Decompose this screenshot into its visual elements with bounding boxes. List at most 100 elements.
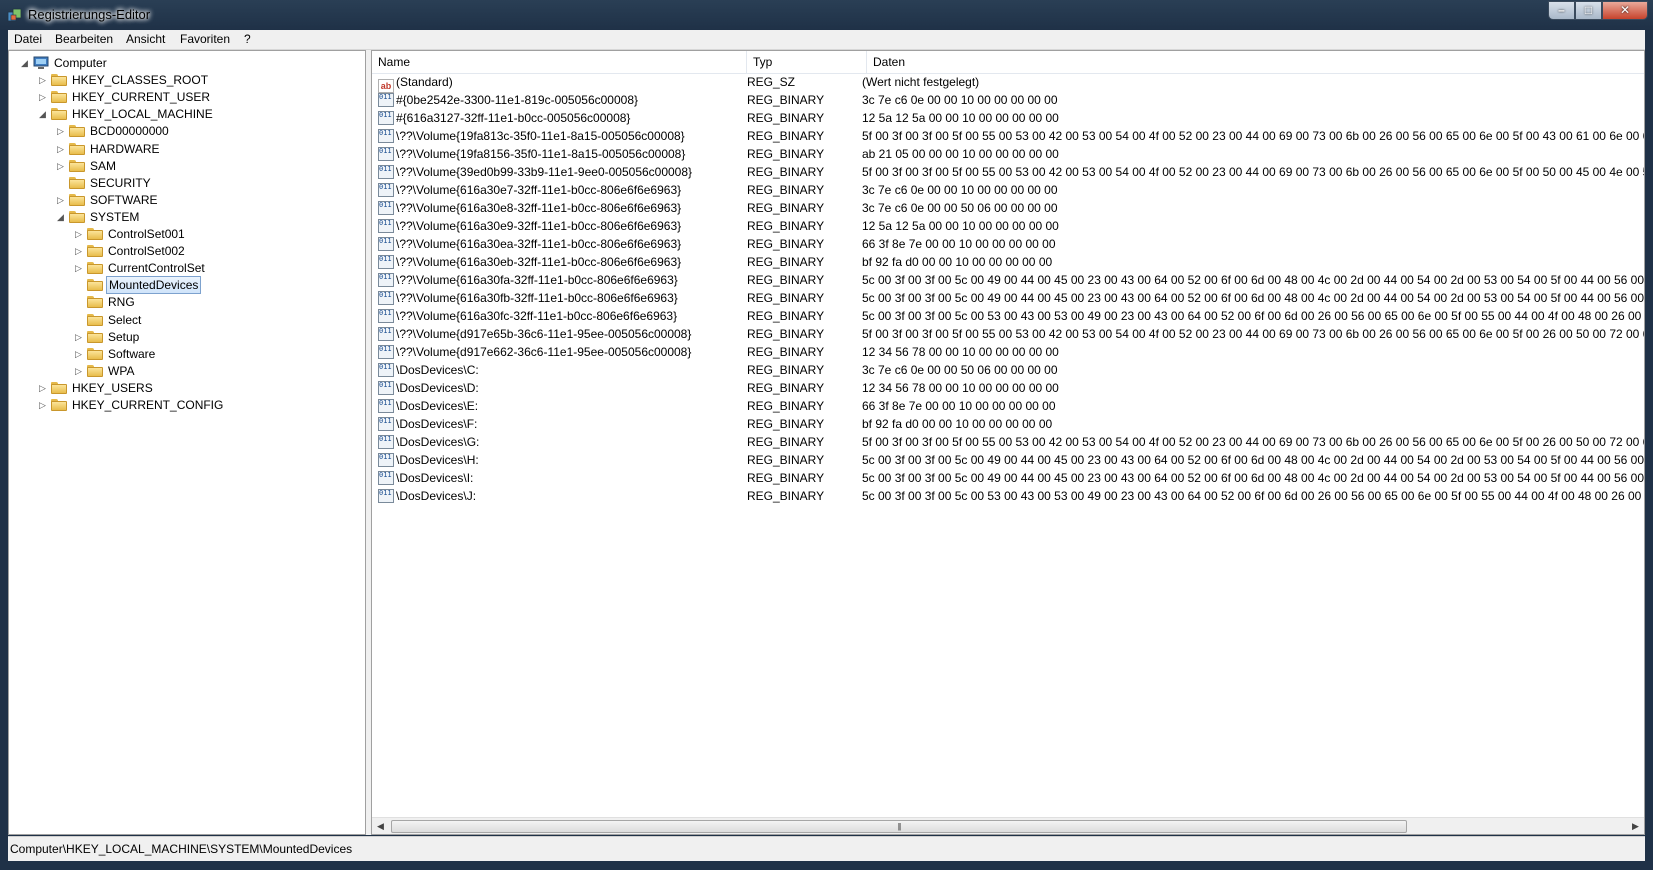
tree-node[interactable]: ▷ HKEY_CLASSES_ROOT (9, 71, 359, 89)
tree-node[interactable]: ▷ WPA (9, 362, 359, 380)
collapsed-arrow-icon[interactable]: ▷ (39, 88, 48, 106)
collapsed-arrow-icon[interactable]: ▷ (39, 379, 48, 397)
table-row[interactable]: 011 110\??\Volume{616a30eb-32ff-11e1-b0c… (372, 253, 1644, 271)
tree-node-label[interactable]: HKEY_USERS (70, 379, 155, 397)
scroll-left-arrow-icon[interactable]: ◀ (372, 818, 389, 834)
tree-node[interactable]: SECURITY (9, 174, 359, 192)
tree-node[interactable]: ◢ SYSTEM (9, 208, 359, 226)
minimize-button[interactable]: – (1548, 1, 1575, 20)
collapsed-arrow-icon[interactable]: ▷ (57, 140, 66, 158)
menu-ansicht[interactable]: Ansicht (126, 32, 165, 46)
tree-node-label[interactable]: HKEY_CLASSES_ROOT (70, 71, 210, 89)
tree-node[interactable]: ▷ ControlSet001 (9, 225, 359, 243)
tree-node-label[interactable]: BCD00000000 (88, 122, 171, 140)
tree-node[interactable]: Select (9, 311, 359, 329)
table-row[interactable]: 011 110\DosDevices\E: REG_BINARY 66 3f 8e … (372, 397, 1644, 415)
tree-node-label[interactable]: WPA (106, 362, 136, 380)
scroll-thumb[interactable]: ||| (391, 820, 1407, 833)
collapsed-arrow-icon[interactable]: ▷ (57, 191, 66, 209)
table-row[interactable]: 011 110\??\Volume{616a30fc-32ff-11e1-b0c… (372, 307, 1644, 325)
collapsed-arrow-icon[interactable]: ▷ (75, 259, 84, 277)
key-tree[interactable]: ◢ Computer ▷ HKEY_CLASSES_ROOT ▷ HKEY_CURRENT… (8, 50, 366, 835)
menu-datei[interactable]: Datei (14, 32, 42, 46)
table-row[interactable]: 011 110\??\Volume{616a30e7-32ff-11e1-b0c… (372, 181, 1644, 199)
tree-node[interactable]: ▷ CurrentControlSet (9, 259, 359, 277)
table-row[interactable]: 011 110\??\Volume{19fa8156-35f0-11e1-8a1… (372, 145, 1644, 163)
tree-node-label[interactable]: Computer (52, 54, 109, 72)
tree-node[interactable]: ▷ HKEY_USERS (9, 379, 359, 397)
table-row[interactable]: 011 110\??\Volume{616a30ea-32ff-11e1-b0c… (372, 235, 1644, 253)
table-row[interactable]: 011 110\??\Volume{616a30fa-32ff-11e1-b0c… (372, 271, 1644, 289)
tree-node-label[interactable]: SYSTEM (88, 208, 141, 226)
tree-node-label[interactable]: SECURITY (88, 174, 153, 192)
collapsed-arrow-icon[interactable]: ▷ (57, 122, 66, 140)
tree-node[interactable]: ▷ Setup (9, 328, 359, 346)
table-row[interactable]: 011 110\??\Volume{616a30e8-32ff-11e1-b0c… (372, 199, 1644, 217)
collapsed-arrow-icon[interactable]: ▷ (57, 157, 66, 175)
collapsed-arrow-icon[interactable]: ▷ (75, 225, 84, 243)
tree-node[interactable]: MountedDevices (9, 276, 359, 295)
tree-node-label[interactable]: Setup (106, 328, 141, 346)
table-row[interactable]: 011 110\DosDevices\I: REG_BINARY 5c 00 3f … (372, 469, 1644, 487)
tree-node[interactable]: ▷ SOFTWARE (9, 191, 359, 209)
maximize-button[interactable]: □ (1575, 1, 1602, 20)
collapsed-arrow-icon[interactable]: ▷ (75, 345, 84, 363)
tree-node-label[interactable]: HKEY_LOCAL_MACHINE (70, 105, 215, 123)
collapsed-arrow-icon[interactable]: ▷ (75, 328, 84, 346)
column-header-data[interactable]: Daten (867, 51, 1644, 73)
tree-node[interactable]: RNG (9, 293, 359, 311)
column-header-name[interactable]: Name (372, 51, 747, 73)
tree-node[interactable]: ▷ SAM (9, 157, 359, 175)
table-row[interactable]: 011 110\DosDevices\G: REG_BINARY 5f 00 3f … (372, 433, 1644, 451)
collapsed-arrow-icon[interactable]: ▷ (75, 362, 84, 380)
tree-node-label[interactable]: HARDWARE (88, 140, 162, 158)
menu-favoriten[interactable]: Favoriten (180, 32, 230, 46)
tree-node[interactable]: ◢ HKEY_LOCAL_MACHINE (9, 105, 359, 123)
tree-node-label[interactable]: CurrentControlSet (106, 259, 207, 277)
tree-node[interactable]: ▷ Software (9, 345, 359, 363)
collapsed-arrow-icon[interactable]: ▷ (39, 396, 48, 414)
column-header-type[interactable]: Typ (747, 51, 867, 73)
tree-node-label[interactable]: SOFTWARE (88, 191, 160, 209)
tree-node[interactable]: ▷ ControlSet002 (9, 242, 359, 260)
table-row[interactable]: 011 110\??\Volume{19fa813c-35f0-11e1-8a1… (372, 127, 1644, 145)
table-row[interactable]: 011 110#{0be2542e-3300-11e1-819c-005056c… (372, 91, 1644, 109)
tree-node[interactable]: ◢ Computer (9, 54, 359, 72)
expanded-arrow-icon[interactable]: ◢ (57, 208, 66, 226)
tree-node-label[interactable]: HKEY_CURRENT_USER (70, 88, 212, 106)
expanded-arrow-icon[interactable]: ◢ (39, 105, 48, 123)
tree-node-label[interactable]: Software (106, 345, 157, 363)
table-row[interactable]: 011 110\??\Volume{39ed0b99-33b9-11e1-9ee… (372, 163, 1644, 181)
tree-node-label[interactable]: Select (106, 311, 143, 329)
table-row[interactable]: 011 110\??\Volume{616a30e9-32ff-11e1-b0c… (372, 217, 1644, 235)
table-row[interactable]: 011 110#{616a3127-32ff-11e1-b0cc-005056c… (372, 109, 1644, 127)
tree-node[interactable]: ▷ HKEY_CURRENT_CONFIG (9, 396, 359, 414)
table-row[interactable]: 011 110\DosDevices\C: REG_BINARY 3c 7e c6 … (372, 361, 1644, 379)
tree-node-label[interactable]: ControlSet001 (106, 225, 187, 243)
table-row[interactable]: 011 110\??\Volume{d917e65b-36c6-11e1-95e… (372, 325, 1644, 343)
scroll-right-arrow-icon[interactable]: ▶ (1627, 818, 1644, 834)
menu-bearbeiten[interactable]: Bearbeiten (55, 32, 113, 46)
value-list[interactable]: Name Typ Daten ab (Standard) REG_SZ (Wert n… (371, 50, 1645, 835)
menu-help[interactable]: ? (244, 32, 251, 46)
table-row[interactable]: 011 110\DosDevices\F: REG_BINARY bf 92 fa … (372, 415, 1644, 433)
tree-node-label[interactable]: MountedDevices (106, 276, 202, 295)
expanded-arrow-icon[interactable]: ◢ (21, 54, 30, 72)
title-bar[interactable]: Registrierungs-Editor – □ ✕ (0, 0, 1653, 30)
collapsed-arrow-icon[interactable]: ▷ (75, 242, 84, 260)
table-row[interactable]: 011 110\DosDevices\D: REG_BINARY 12 34 56 … (372, 379, 1644, 397)
tree-node[interactable]: ▷ BCD00000000 (9, 122, 359, 140)
table-row[interactable]: 011 110\DosDevices\H: REG_BINARY 5c 00 3f … (372, 451, 1644, 469)
tree-node-label[interactable]: HKEY_CURRENT_CONFIG (70, 396, 225, 414)
table-row[interactable]: 011 110\??\Volume{d917e662-36c6-11e1-95e… (372, 343, 1644, 361)
close-button[interactable]: ✕ (1602, 1, 1648, 20)
collapsed-arrow-icon[interactable]: ▷ (39, 71, 48, 89)
table-row[interactable]: 011 110\DosDevices\J: REG_BINARY 5c 00 3f … (372, 487, 1644, 505)
tree-node-label[interactable]: ControlSet002 (106, 242, 187, 260)
horizontal-scrollbar[interactable]: ◀ ||| ▶ (372, 817, 1644, 834)
tree-node-label[interactable]: SAM (88, 157, 118, 175)
table-row[interactable]: 011 110\??\Volume{616a30fb-32ff-11e1-b0c… (372, 289, 1644, 307)
tree-node[interactable]: ▷ HARDWARE (9, 140, 359, 158)
tree-node-label[interactable]: RNG (106, 293, 137, 311)
tree-node[interactable]: ▷ HKEY_CURRENT_USER (9, 88, 359, 106)
